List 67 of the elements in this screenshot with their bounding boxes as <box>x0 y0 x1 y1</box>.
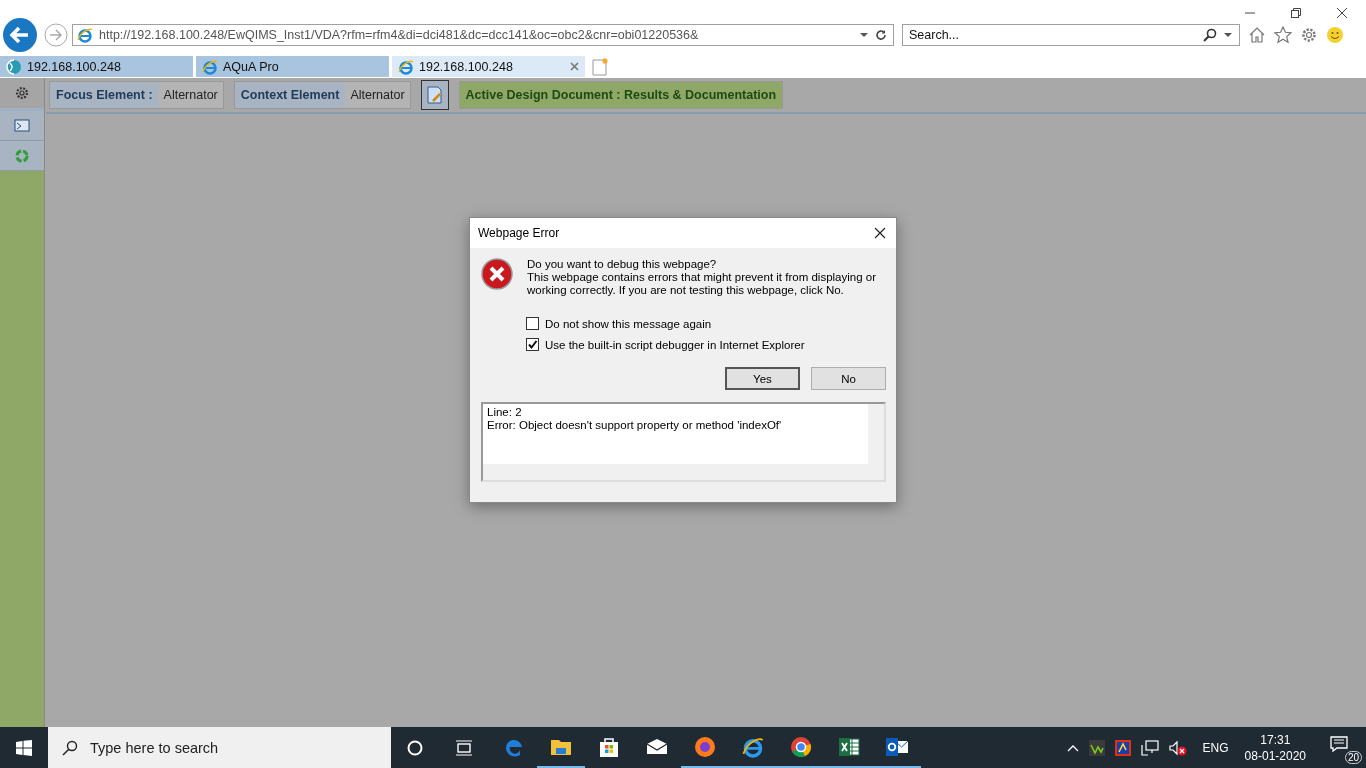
restore-icon[interactable] <box>1290 7 1302 19</box>
tray-app-icon[interactable] <box>1088 739 1105 756</box>
ie-icon <box>741 735 765 758</box>
refresh-icon[interactable] <box>875 29 887 41</box>
document-edit-button[interactable] <box>420 80 449 110</box>
settings-icon[interactable] <box>14 85 30 101</box>
mail-app-icon <box>885 735 909 758</box>
error-detail-line: Line: 2 <box>487 406 523 419</box>
firefox-icon <box>694 735 716 758</box>
checkbox[interactable] <box>526 338 539 351</box>
horizontal-scrollbar[interactable] <box>483 464 884 480</box>
dropdown-arrow-icon[interactable] <box>859 32 869 38</box>
search-icon[interactable] <box>1203 28 1217 42</box>
address-bar[interactable]: http://192.168.100.248/EwQIMS_Inst1/VDA?rfm=rfm4&di=dci481&dc=dcc141&oc=obc2&cnr=obi01220536& <box>72 24 894 46</box>
active-document-banner: Active Design Document : Results & Documentation <box>458 81 784 109</box>
monitor-icon[interactable] <box>14 117 30 134</box>
notification-icon[interactable] <box>1330 735 1348 752</box>
back-button[interactable] <box>2 17 38 53</box>
smiley-icon[interactable] <box>1326 26 1344 44</box>
ie-icon <box>202 58 218 75</box>
language-indicator[interactable]: ENG <box>1202 740 1229 755</box>
error-icon <box>481 258 513 290</box>
home-icon[interactable] <box>1248 26 1266 44</box>
search-input[interactable]: Type here to search <box>88 738 377 757</box>
star-icon[interactable] <box>1274 26 1292 44</box>
network-icon[interactable] <box>1140 739 1159 756</box>
dropdown-arrow-icon[interactable] <box>1223 32 1233 38</box>
search-icon <box>62 739 78 756</box>
close-icon[interactable] <box>874 227 886 239</box>
shopping-bag-icon <box>598 735 620 758</box>
error-detail-line: Error: Object doesn't support property or method 'indexOf' <box>487 419 783 432</box>
dialog-message: This webpage contains errors that might prevent it from displaying or working correctly. If you are not testing this webpage, click No. <box>527 271 877 297</box>
cortana-circle-icon[interactable] <box>407 739 423 756</box>
chevron-up-icon[interactable] <box>1066 743 1079 752</box>
browser-tab[interactable]: 192.168.100.248 <box>0 56 196 77</box>
clock-date[interactable]: 08-01-2020 <box>1244 747 1306 764</box>
focus-element-value[interactable]: Alternator <box>158 82 223 108</box>
chrome-icon <box>790 735 812 758</box>
browser-tab[interactable]: AQuA Pro <box>196 56 392 77</box>
vertical-scrollbar[interactable] <box>868 404 884 464</box>
ie-icon <box>77 27 93 43</box>
tray-app-icon[interactable] <box>1114 739 1131 756</box>
context-element-value[interactable]: Alternator <box>345 82 410 108</box>
notification-count: 20 <box>1344 750 1362 764</box>
close-tab-icon[interactable] <box>570 62 579 71</box>
document-pencil-icon <box>426 86 443 104</box>
dialog-button[interactable]: Yes <box>725 367 800 390</box>
checkbox-option[interactable]: Do not show this message again <box>526 317 886 330</box>
close-icon[interactable] <box>1336 7 1348 19</box>
ie-icon <box>398 58 414 75</box>
settings-icon[interactable] <box>1300 26 1318 44</box>
windows-start-icon[interactable] <box>16 739 32 756</box>
checkbox-option[interactable]: Use the built-in script debugger in Internet Explorer <box>526 338 886 351</box>
globe-icon <box>6 58 22 75</box>
spreadsheet-icon <box>838 735 860 758</box>
speaker-muted-icon[interactable] <box>1168 739 1187 756</box>
task-view-icon[interactable] <box>455 739 473 756</box>
search-field[interactable]: Search... <box>902 24 1240 46</box>
clock-time[interactable]: 17:31 <box>1260 731 1291 748</box>
browser-tab[interactable]: 192.168.100.248 <box>392 56 588 77</box>
taskbar-search-field[interactable]: Type here to search <box>48 727 391 768</box>
dialog-button[interactable]: No <box>811 367 886 390</box>
checkbox[interactable] <box>526 317 539 330</box>
dialog-title: Webpage Error <box>478 226 560 240</box>
context-element-label: Context Element <box>239 87 341 104</box>
focus-element-label: Focus Element : <box>55 87 154 104</box>
dialog-question: Do you want to debug this webpage? <box>527 258 718 271</box>
